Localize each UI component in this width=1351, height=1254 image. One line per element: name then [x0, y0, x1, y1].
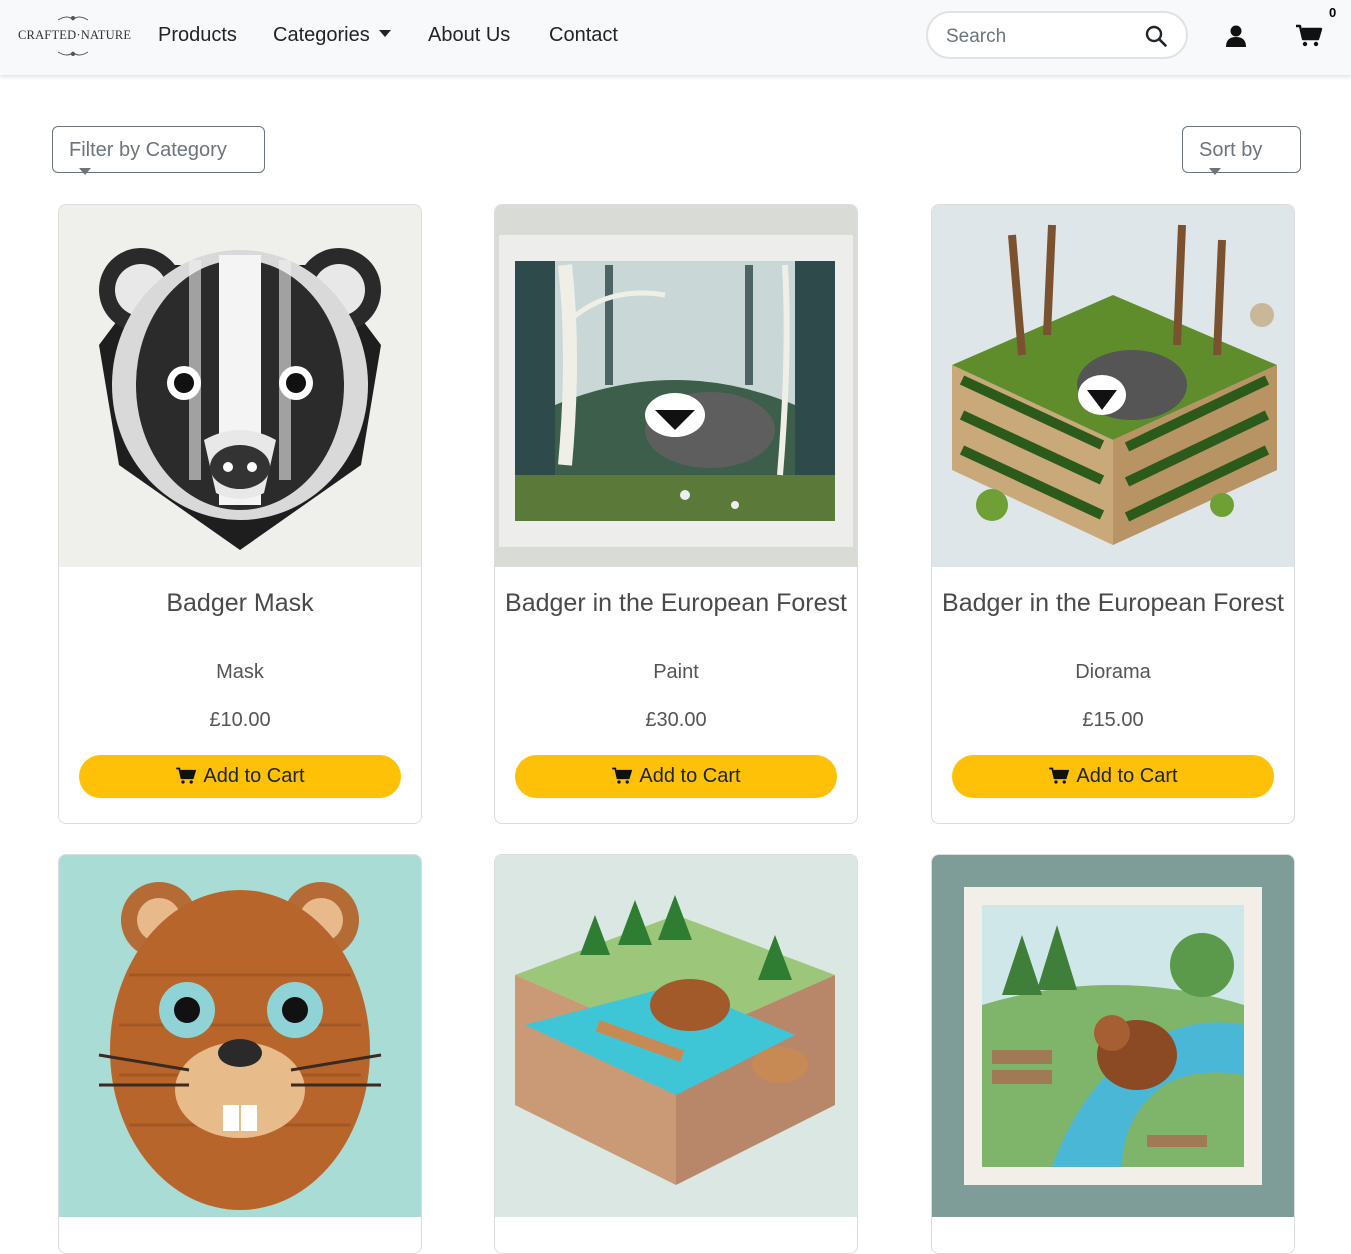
add-to-cart-button[interactable]: Add to Cart	[515, 755, 837, 798]
search-box	[926, 11, 1188, 59]
nav-categories-label: Categories	[273, 24, 370, 46]
product-card	[931, 854, 1295, 1254]
nav-products[interactable]: Products	[158, 24, 237, 47]
product-category: Paint	[653, 661, 699, 683]
navbar: CRAFTED·NATURE Products Categories About…	[0, 0, 1351, 75]
filter-label: Filter by Category	[69, 139, 227, 161]
product-price: £15.00	[1082, 709, 1144, 731]
product-category: Mask	[216, 661, 264, 683]
product-category: Diorama	[1075, 661, 1151, 683]
product-title: Badger Mask	[166, 589, 314, 617]
search-input[interactable]	[944, 24, 1138, 50]
product-image-beaver-mask[interactable]	[59, 855, 421, 1217]
caret-down-icon	[79, 168, 91, 175]
cart-icon	[176, 767, 197, 784]
product-image-beaver-river-paint[interactable]	[932, 855, 1294, 1217]
product-price: £30.00	[645, 709, 707, 731]
cart-icon[interactable]	[1295, 24, 1323, 48]
product-image-badger-mask[interactable]	[59, 205, 421, 567]
product-image-badger-forest-diorama[interactable]	[932, 205, 1294, 567]
product-price: £10.00	[209, 709, 271, 731]
product-title: Badger in the European Forest	[942, 589, 1284, 617]
product-image-beaver-diorama[interactable]	[495, 855, 857, 1217]
add-to-cart-button[interactable]: Add to Cart	[952, 755, 1274, 798]
brand-name: CRAFTED·NATURE	[18, 28, 132, 42]
product-card: Badger in the European Forest Diorama £1…	[931, 204, 1295, 824]
product-card: Badger in the European Forest Paint £30.…	[494, 204, 858, 824]
sort-by-dropdown[interactable]: Sort by	[1182, 126, 1301, 175]
caret-down-icon	[378, 30, 391, 37]
nav-about[interactable]: About Us	[428, 24, 510, 47]
add-to-cart-label: Add to Cart	[203, 765, 305, 787]
filter-by-category-dropdown[interactable]: Filter by Category	[52, 126, 265, 175]
add-to-cart-label: Add to Cart	[639, 765, 741, 787]
product-card	[58, 854, 422, 1254]
brand-logo[interactable]: CRAFTED·NATURE	[18, 12, 132, 60]
search-icon[interactable]	[1144, 24, 1168, 48]
product-card	[494, 854, 858, 1254]
add-to-cart-label: Add to Cart	[1076, 765, 1178, 787]
caret-down-icon	[1209, 168, 1221, 175]
nav-contact[interactable]: Contact	[549, 24, 618, 47]
add-to-cart-button[interactable]: Add to Cart	[79, 755, 401, 798]
product-title: Badger in the European Forest	[505, 589, 847, 617]
user-icon[interactable]	[1224, 24, 1248, 48]
sort-label: Sort by	[1199, 139, 1263, 161]
cart-count-badge: 0	[1329, 5, 1337, 20]
product-card: Badger Mask Mask £10.00 Add to Cart	[58, 204, 422, 824]
nav-categories-dropdown[interactable]: Categories	[273, 24, 391, 47]
cart-icon	[1049, 767, 1070, 784]
cart-icon	[612, 767, 633, 784]
product-image-badger-forest-paint[interactable]	[495, 205, 857, 567]
